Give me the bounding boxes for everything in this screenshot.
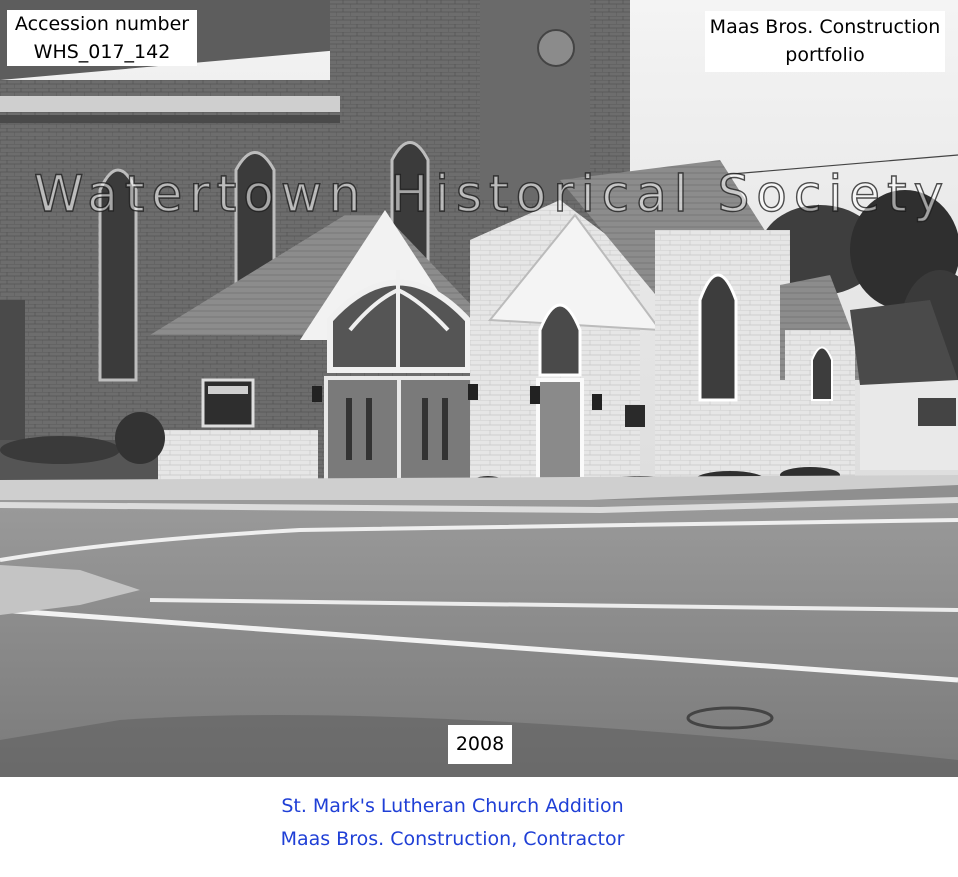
accession-label-box: Accession number WHS_017_142 [7,10,197,66]
accession-label: Accession number [14,13,190,35]
caption-title: St. Mark's Lutheran Church Addition [281,795,624,817]
portfolio-line-2: portfolio [785,44,865,66]
portfolio-line-1: Maas Bros. Construction [709,16,941,38]
accession-id: WHS_017_142 [33,41,171,63]
year-label: 2008 [448,725,512,764]
watermark-text: Watertown Historical Society [33,164,951,223]
church-photograph: Watertown Historical Society Accession n… [0,0,958,777]
portfolio-label-box: Maas Bros. Construction portfolio [705,11,945,72]
caption-contractor: Maas Bros. Construction, Contractor [280,828,625,850]
church-photo-illustration [0,0,958,777]
